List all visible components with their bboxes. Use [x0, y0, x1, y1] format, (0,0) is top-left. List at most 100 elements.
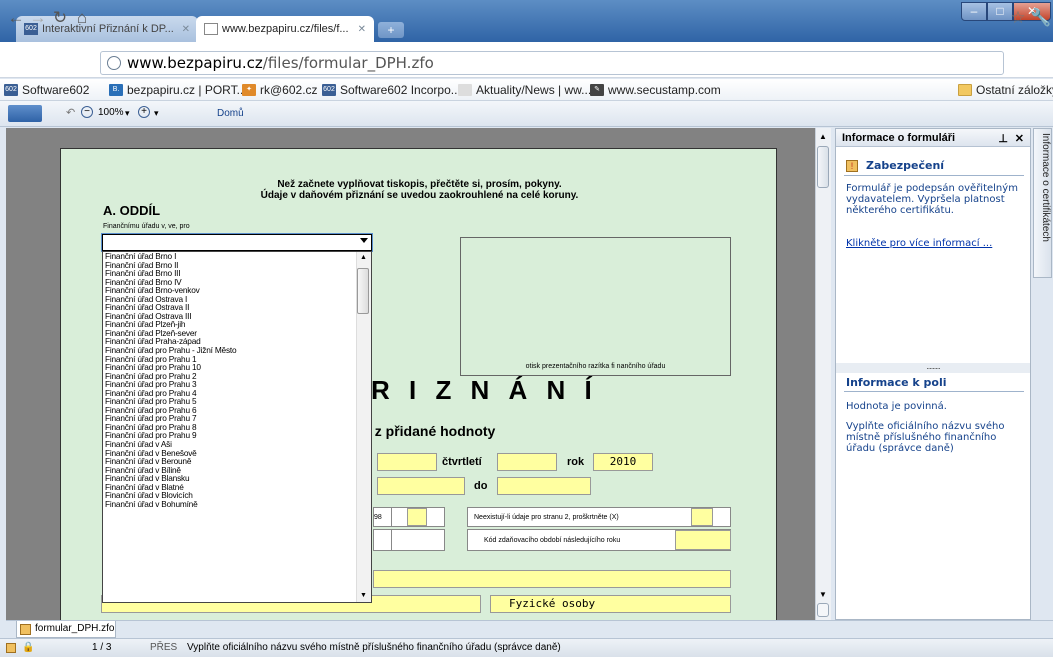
document-tab-label: formular_DPH.zfo [35, 623, 115, 634]
office-dropdown-list[interactable]: Finanční úřad Brno I Finanční úřad Brno … [102, 251, 372, 603]
other-bookmarks[interactable]: Ostatní záložky [958, 83, 1053, 97]
address-bar[interactable]: www.bezpapiru.cz/files/formular_DPH.zfo [100, 51, 1004, 75]
quarter-label: čtvrtletí [442, 456, 482, 468]
divider [844, 175, 1024, 176]
next-period-field[interactable] [675, 530, 731, 550]
year-field[interactable]: 2010 [593, 453, 653, 471]
bookmark-label: rk@602.cz [260, 83, 318, 97]
b-icon: B. [109, 84, 123, 96]
dropdown-scroll-up-icon[interactable]: ▲ [360, 254, 367, 261]
back-icon[interactable]: ← [6, 8, 26, 28]
certificates-side-tab[interactable]: Informace o certifikátech [1033, 128, 1052, 278]
to-field[interactable] [497, 477, 591, 495]
globe-icon [107, 56, 121, 70]
certificate-icon[interactable] [6, 643, 16, 653]
stamp-box: otisk prezentačního razítka fi nančního … [460, 237, 731, 376]
bookmark-label: www.secustamp.com [608, 83, 721, 97]
lock-icon[interactable]: 🔒 [22, 639, 34, 657]
dropdown-scroll-thumb[interactable] [357, 268, 369, 314]
info-panel: Informace o formuláři ⊥ ✕ ! Zabezpečení … [835, 128, 1031, 620]
intro-line-1: Než začnete vyplňovat tiskopis, přečtěte… [277, 179, 562, 190]
field-required: Hodnota je povinná. [846, 401, 947, 412]
close-tab-icon[interactable]: ✕ [176, 24, 190, 35]
602-icon: 602 [322, 84, 336, 96]
form-title: R I Z N Á N Í [371, 375, 598, 405]
menu-button[interactable] [8, 105, 42, 122]
security-title: Zabezpečení [866, 159, 945, 172]
more-dropdown-icon[interactable]: ▾ [154, 108, 159, 119]
to-label: do [474, 480, 488, 492]
bookmark-label: Aktuality/News | ww... [476, 83, 592, 97]
home-icon[interactable]: ⌂ [72, 8, 92, 28]
dropdown-option[interactable]: Finanční úřad v Bohumíně [103, 500, 371, 509]
panel-header: Informace o formuláři ⊥ ✕ [836, 129, 1030, 147]
bookmark-label: Software602 [22, 83, 90, 97]
year-label: rok [567, 456, 585, 468]
602-icon: 602 [4, 84, 18, 96]
chevron-down-icon [360, 238, 368, 243]
zoom-out-icon[interactable]: − [81, 106, 93, 118]
month-field[interactable] [377, 453, 437, 471]
tab-formular-dph[interactable]: www.bezpapiru.cz/files/f... ✕ [196, 16, 374, 42]
blank-page-icon [458, 84, 472, 96]
person-type-field[interactable]: Fyzické osoby [490, 595, 731, 613]
forward-icon[interactable]: → [28, 8, 48, 28]
code-98-field[interactable] [407, 508, 427, 526]
nonexist-checkbox[interactable] [691, 508, 713, 526]
next-period-label: Kód zdaňovacího období následujícího rok… [484, 537, 621, 544]
bookmark-aktuality[interactable]: Aktuality/News | ww... [458, 83, 591, 97]
home-tab[interactable]: Domů [217, 108, 244, 119]
field-help: Vyplňte oficiálního názvu svého místně p… [846, 421, 1005, 454]
office-label: Finančnímu úřadu v, ve, pro [103, 223, 190, 230]
pin-icon[interactable]: ⊥ [998, 132, 1008, 145]
zoom-dropdown-icon[interactable]: ▾ [125, 108, 130, 119]
zoom-in-icon[interactable]: + [138, 106, 150, 118]
code-box-4 [391, 529, 445, 551]
dropdown-scroll-down-icon[interactable]: ▼ [360, 592, 367, 599]
undo-icon[interactable]: ↶ [66, 106, 75, 119]
reload-icon[interactable]: ↻ [50, 8, 70, 28]
close-tab-icon[interactable]: ✕ [352, 24, 366, 35]
panel-title: Informace o formuláři [842, 132, 956, 144]
form-subtitle: i z přidané hodnoty [367, 423, 496, 439]
from-field[interactable] [377, 477, 465, 495]
star-icon[interactable]: ☆ [1008, 8, 1028, 28]
address-path: /files/formular_DPH.zfo [262, 54, 434, 72]
document-scrollbar[interactable] [815, 128, 831, 620]
bookmark-software602[interactable]: 602 Software602 [4, 83, 89, 97]
document-tab[interactable]: formular_DPH.zfo [16, 621, 116, 638]
office-select[interactable] [101, 233, 373, 252]
scroll-end-button[interactable] [817, 603, 829, 617]
tab-label: www.bezpapiru.cz/files/f... [222, 23, 349, 35]
document-scroll-thumb[interactable] [817, 146, 829, 188]
quarter-field[interactable] [497, 453, 557, 471]
scroll-up-icon[interactable]: ▲ [819, 132, 827, 141]
address-domain: www.bezpapiru.cz [127, 54, 263, 72]
code-98: 98 [374, 514, 382, 521]
security-text: Formulář je podepsán ověřitelným vydavat… [846, 183, 1018, 216]
bookmark-secustamp[interactable]: ✎ www.secustamp.com [590, 83, 721, 97]
bookmark-rk602[interactable]: ✦ rk@602.cz [242, 83, 318, 97]
panel-splitter[interactable]: ......... [836, 362, 1030, 373]
stamp-icon: ✎ [590, 84, 604, 96]
bookmark-bezpapiru[interactable]: B. bezpapiru.cz | PORT... [109, 83, 247, 97]
puzzle-icon: ✦ [242, 84, 256, 96]
bookmark-software602-inc[interactable]: 602 Software602 Incorpo... [322, 83, 461, 97]
zoom-level[interactable]: 100% [98, 107, 124, 118]
status-message: Vyplňte oficiálního názvu svého místně p… [187, 642, 561, 653]
minimize-button[interactable]: – [961, 2, 987, 21]
field-info-title: Informace k poli [846, 376, 947, 389]
security-link[interactable]: Klikněte pro více informací ... [846, 238, 992, 249]
scroll-down-icon[interactable]: ▼ [819, 590, 827, 599]
intro-line-2: Údaje v daňovém přiznání se uvedou zaokr… [260, 190, 579, 201]
wrench-icon[interactable]: 🔧 [1030, 8, 1051, 28]
overwrite-mode: PŘES [150, 642, 178, 653]
new-tab-button[interactable]: + [378, 22, 404, 38]
document-tab-strip [6, 620, 1053, 638]
taxpayer-field[interactable] [373, 570, 731, 588]
nonexist-label: Neexistují-li údaje pro stranu 2, proškr… [474, 514, 619, 521]
status-bar: 🔒 1 / 3 PŘES Vyplňte oficiálního názvu s… [0, 638, 1053, 657]
certificate-warning-icon: ! [846, 160, 858, 172]
close-panel-icon[interactable]: ✕ [1015, 132, 1024, 145]
stamp-label: otisk prezentačního razítka fi nančního … [525, 363, 666, 370]
